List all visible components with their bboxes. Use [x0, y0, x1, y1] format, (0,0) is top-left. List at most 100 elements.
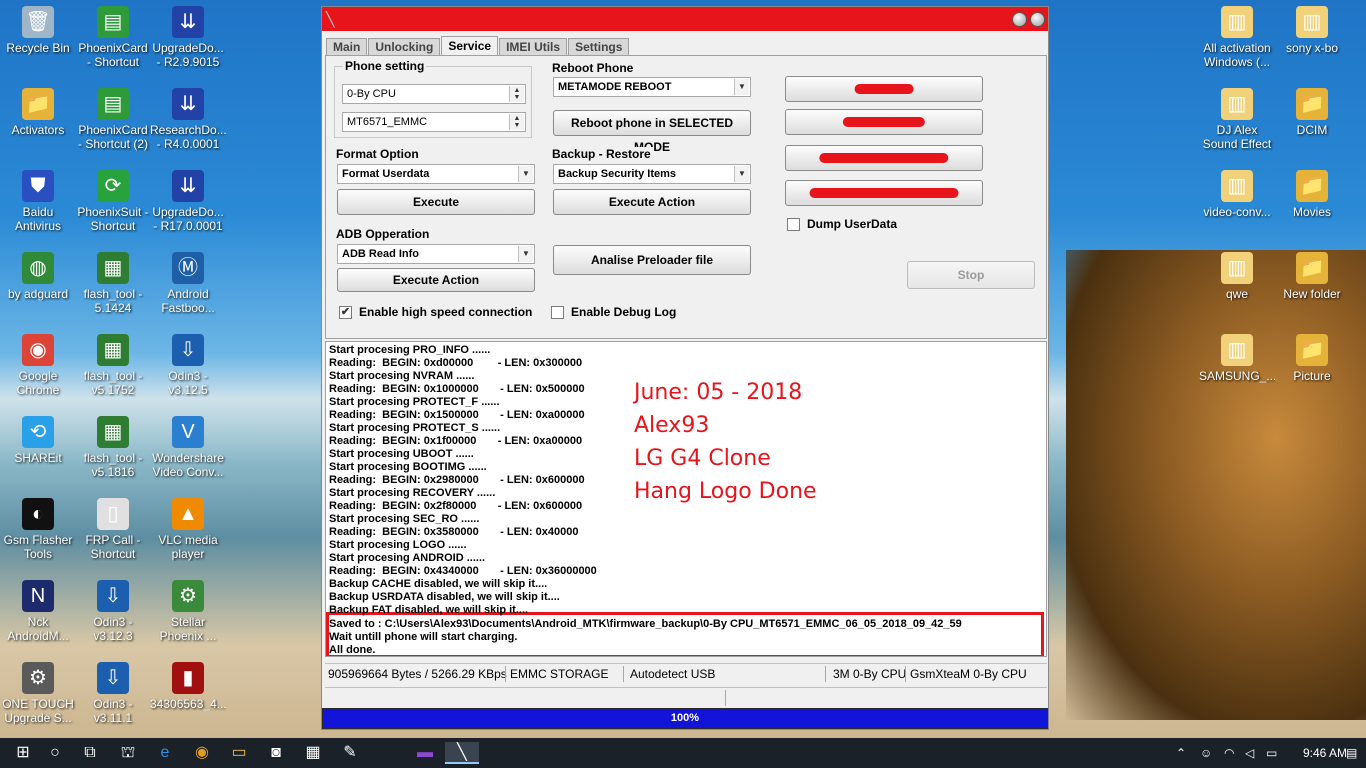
title-bar[interactable]: ╲: [322, 7, 1048, 31]
tab-imei-utils[interactable]: IMEI Utils: [499, 38, 568, 55]
desktop-icon[interactable]: ⛊ Baidu Antivirus: [0, 166, 76, 246]
desktop-icon[interactable]: ⇊ UpgradeDo... - R17.0.0001: [150, 166, 226, 246]
chevron-down-icon[interactable]: ▼: [734, 166, 749, 182]
desktop-icon[interactable]: 🗑 Recycle Bin: [0, 2, 76, 82]
desktop-icon[interactable]: ◉ Google Chrome: [0, 330, 76, 410]
chevron-down-icon[interactable]: ▼: [518, 166, 533, 182]
minimize-button[interactable]: [1012, 12, 1027, 27]
checkbox-box[interactable]: [551, 306, 564, 320]
adb-operation-select[interactable]: ADB Read Info ▼: [337, 244, 535, 264]
desktop-icon[interactable]: ▦ flash_tool - v5.1816: [75, 412, 151, 492]
stop-button[interactable]: Stop: [907, 261, 1035, 289]
people-icon[interactable]: ☺: [1200, 738, 1212, 768]
mtk-tool-taskbar-icon[interactable]: ╲: [445, 742, 479, 764]
desktop-icon[interactable]: ⟲ SHAREit: [0, 412, 76, 492]
volume-icon[interactable]: ◁: [1245, 738, 1254, 768]
desktop-icon[interactable]: ▥ video-conv...: [1199, 166, 1275, 246]
desktop-icon[interactable]: ▥ All activation Windows (...: [1199, 2, 1275, 82]
app-taskbar-icon[interactable]: ▬: [410, 742, 440, 764]
desktop-icon[interactable]: ◍ by adguard: [0, 248, 76, 328]
desktop-icon[interactable]: ⟳ PhoenixSuit - Shortcut: [75, 166, 151, 246]
clock[interactable]: 9:46 AM: [1303, 738, 1347, 768]
store-icon[interactable]: ⛫: [113, 742, 143, 764]
task-view-icon[interactable]: ⧉: [75, 742, 105, 764]
desktop-icon[interactable]: ▲ VLC media player: [150, 494, 226, 574]
file-explorer-icon[interactable]: ▭: [224, 742, 254, 764]
redacted-button-2[interactable]: [785, 109, 983, 135]
desktop-icon[interactable]: ▥ qwe: [1199, 248, 1275, 328]
close-button[interactable]: [1030, 12, 1045, 27]
tab-service[interactable]: Service: [441, 36, 499, 55]
debug-log-checkbox[interactable]: Enable Debug Log: [551, 305, 676, 321]
chevron-down-icon[interactable]: ▼: [518, 246, 533, 262]
desktop-icon[interactable]: ▤ PhoenixCard - Shortcut (2): [75, 84, 151, 164]
chevron-down-icon[interactable]: ▼: [734, 79, 749, 95]
desktop-icon[interactable]: ▦ flash_tool - 5.1424: [75, 248, 151, 328]
dump-userdata-checkbox[interactable]: Dump UserData: [787, 217, 897, 233]
desktop-icon[interactable]: 📁 New folder: [1274, 248, 1350, 328]
desktop-icon[interactable]: ▮ 34306563_4...: [150, 658, 226, 738]
format-option-select[interactable]: Format Userdata ▼: [337, 164, 535, 184]
desktop-icon[interactable]: ⇩ Odin3 - v3.12.5: [150, 330, 226, 410]
log-line: Reading: BEGIN: 0x1500000 - LEN: 0xa0000…: [329, 409, 585, 421]
desktop-icon[interactable]: ⇊ UpgradeDo... - R2.9.9015: [150, 2, 226, 82]
desktop-icon[interactable]: ⇩ Odin3 - v3.11.1: [75, 658, 151, 738]
redacted-button-1[interactable]: [785, 76, 983, 102]
search-icon[interactable]: ○: [40, 742, 70, 764]
desktop-icon[interactable]: ◐ Gsm Flasher Tools: [0, 494, 76, 574]
desktop-icon[interactable]: ▤ PhoenixCard - Shortcut: [75, 2, 151, 82]
windows-start-icon[interactable]: ⊞: [8, 742, 38, 764]
keyboard-icon[interactable]: ▭: [1266, 738, 1277, 768]
checkmark-icon[interactable]: ✔: [339, 306, 352, 320]
desktop-icon[interactable]: ⚙ Stellar Phoenix ...: [150, 576, 226, 656]
cpu-value: 0-By CPU: [347, 88, 396, 100]
high-speed-checkbox[interactable]: ✔ Enable high speed connection: [339, 305, 532, 321]
status-bar: 905969664 Bytes / 5266.29 KBps EMMC STOR…: [325, 663, 1047, 683]
desktop-icon[interactable]: ⚙ ONE TOUCH Upgrade S...: [0, 658, 76, 738]
desktop-icon[interactable]: 📁 Movies: [1274, 166, 1350, 246]
analise-preloader-button[interactable]: Analise Preloader file: [553, 245, 751, 275]
desktop-icon[interactable]: ▦ flash_tool - v5.1752: [75, 330, 151, 410]
desktop-icon[interactable]: 📁 Activators: [0, 84, 76, 164]
desktop-icon[interactable]: Ⓜ Android Fastboo...: [150, 248, 226, 328]
desktop-icon-label: video-conv...: [1203, 205, 1271, 219]
redacted-button-4[interactable]: [785, 180, 983, 206]
adb-execute-action-button[interactable]: Execute Action: [337, 268, 535, 292]
desktop-icon[interactable]: V Wondershare Video Conv...: [150, 412, 226, 492]
desktop-icon[interactable]: ⇩ Odin3 - v3.12.3: [75, 576, 151, 656]
redacted-button-3[interactable]: [785, 145, 983, 171]
calculator-icon[interactable]: ▦: [298, 742, 328, 764]
desktop-icon[interactable]: ▯ FRP Call - Shortcut: [75, 494, 151, 574]
odin-icon: ⇩: [172, 334, 204, 366]
desktop-icon[interactable]: ▥ sony x-bo: [1274, 2, 1350, 82]
log-line: Start procesing NVRAM ......: [329, 370, 475, 382]
spin-arrows-icon[interactable]: ▲ ▼: [509, 114, 524, 130]
backup-restore-select[interactable]: Backup Security Items ▼: [553, 164, 751, 184]
wifi-icon[interactable]: ◠: [1224, 738, 1234, 768]
tray-chevron-up-icon[interactable]: ⌃: [1176, 738, 1186, 768]
notifications-icon[interactable]: ▤: [1346, 738, 1357, 768]
desktop-icon[interactable]: 📁 Picture: [1274, 330, 1350, 410]
checkbox-box[interactable]: [787, 218, 800, 232]
cpu-spin-select[interactable]: 0-By CPU ▲ ▼: [342, 84, 526, 104]
chrome-taskbar-icon[interactable]: ◉: [187, 742, 217, 764]
reboot-mode-select[interactable]: METAMODE REBOOT ▼: [553, 77, 751, 97]
desktop-icon[interactable]: ▥ DJ Alex Sound Effect: [1199, 84, 1275, 164]
camera-icon[interactable]: ◙: [261, 742, 291, 764]
desktop-icon[interactable]: ▥ SAMSUNG_...: [1199, 330, 1275, 410]
edge-icon[interactable]: e: [150, 742, 180, 764]
desktop-icon[interactable]: ⇊ ResearchDo... - R4.0.0001: [150, 84, 226, 164]
reboot-selected-mode-button[interactable]: Reboot phone in SELECTED MODE: [553, 110, 751, 154]
tab-unlocking[interactable]: Unlocking: [368, 38, 441, 55]
format-execute-button[interactable]: Execute: [337, 189, 535, 215]
spin-arrows-icon[interactable]: ▲ ▼: [509, 86, 524, 102]
log-output[interactable]: June: 05 - 2018 Alex93 LG G4 Clone Hang …: [325, 341, 1047, 657]
tab-settings[interactable]: Settings: [568, 38, 630, 55]
paint-icon[interactable]: ✎: [335, 742, 365, 764]
tab-main[interactable]: Main: [326, 38, 368, 55]
zip-folder-icon: ▥: [1221, 252, 1253, 284]
desktop-icon[interactable]: 📁 DCIM: [1274, 84, 1350, 164]
storage-spin-select[interactable]: MT6571_EMMC ▲ ▼: [342, 112, 526, 132]
backup-execute-action-button[interactable]: Execute Action: [553, 189, 751, 215]
desktop-icon[interactable]: N Nck AndroidM...: [0, 576, 76, 656]
